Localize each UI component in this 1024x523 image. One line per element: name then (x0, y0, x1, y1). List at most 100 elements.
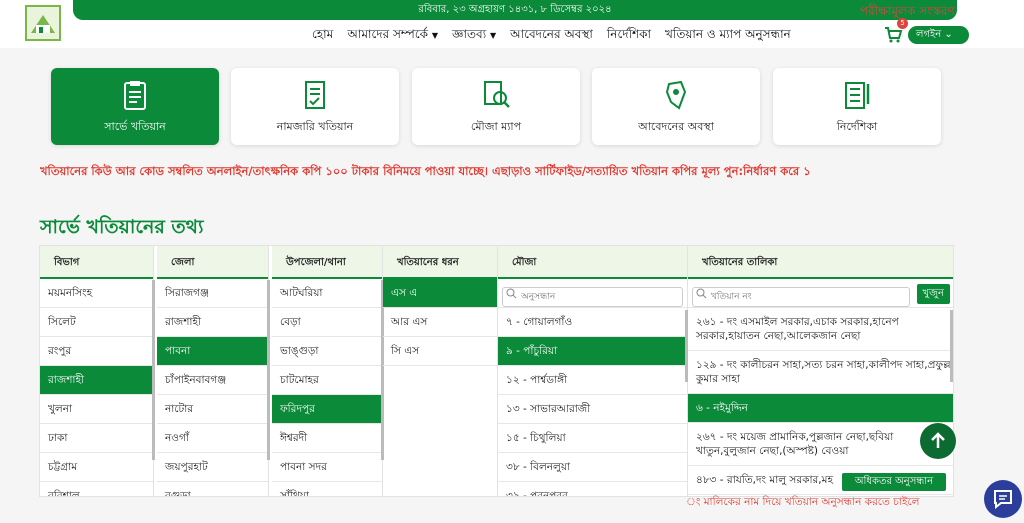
nav-home[interactable]: হোম (312, 26, 333, 46)
list-item[interactable]: রাজশাহী (40, 366, 153, 395)
column-header: বিভাগ (40, 246, 153, 279)
checklist-pen-icon (845, 82, 870, 109)
list-item[interactable]: ফরিদপুর (272, 395, 382, 424)
list-item[interactable]: ৭ - গোয়ালগাঁও (498, 308, 687, 337)
card-label: সার্ভে খতিয়ান (104, 120, 166, 133)
list-item[interactable]: ঢাকা (40, 424, 153, 453)
column-division: বিভাগ ময়মনসিংহ সিলেট রংপুর রাজশাহী খুলন… (40, 246, 154, 496)
list-item[interactable]: ৯ - পাঁচুরিয়া (498, 337, 687, 366)
nav-khatian-map-search[interactable]: খতিয়ান ও ম্যাপ অনুসন্ধান (665, 26, 791, 46)
list-item[interactable]: সি এস (383, 337, 497, 366)
card-survey-khatian[interactable]: সার্ভে খতিয়ান (51, 68, 219, 145)
scroll-top-button[interactable] (920, 423, 956, 459)
list-item[interactable]: রংপুর (40, 337, 153, 366)
list-item[interactable]: পাবনা (157, 337, 268, 366)
chevron-down-icon: ⌄ (944, 29, 953, 40)
section-title: সার্ভে খতিয়ানের তথ্য (40, 216, 204, 238)
site-logo[interactable] (25, 5, 61, 41)
login-label: লগইন (916, 29, 942, 40)
date-bar: রবিবার, ২৩ অগ্রহায়ণ ১৪৩১, ৮ ডিসেম্বর ২০… (73, 0, 957, 20)
chevron-down-icon: ▼ (490, 31, 497, 40)
list-item[interactable]: বগুড়া (157, 482, 268, 496)
column-khatian-list: খতিয়ানের তালিকা খুজুন ২৬১ - দং এসমাইল স… (688, 246, 953, 496)
list-item[interactable]: খুলনা (40, 395, 153, 424)
search-icon (696, 288, 707, 299)
card-guidelines[interactable]: নির্দেশিকা (773, 68, 941, 145)
list-item[interactable]: সিলেট (40, 308, 153, 337)
main-nav: হোম আমাদের সম্পর্কে ▼ জ্ঞাতব্য ▼ আবেদনের… (312, 26, 791, 46)
map-pin-icon (665, 80, 687, 110)
list-item[interactable]: ১৩ - সাভারআরাজী (498, 395, 687, 424)
list-item[interactable]: চাঁপাইনবাবগঞ্জ (157, 366, 268, 395)
list-item[interactable]: বরিশাল (40, 482, 153, 496)
khatian-number-input[interactable] (692, 287, 910, 307)
card-mutation-khatian[interactable]: নামজারি খতিয়ান (231, 68, 399, 145)
nav-info[interactable]: জ্ঞাতব্য ▼ (452, 26, 496, 46)
column-header: উপজেলা/থানা (272, 246, 382, 279)
scrollbar[interactable] (950, 310, 953, 382)
card-mouza-map[interactable]: মৌজা ম্যাপ (412, 68, 580, 145)
list-item[interactable]: সাঁথিয়া (272, 482, 382, 496)
notice-text: খতিয়ানের কিউ আর কোড সম্বলিত অনলাইন/তাৎক… (40, 164, 811, 178)
list-item[interactable]: চাটমোহর (272, 366, 382, 395)
chevron-down-icon: ▼ (431, 31, 439, 40)
advanced-search-button[interactable]: অধিকতর অনুসন্ধান (842, 473, 946, 491)
khatian-selector: বিভাগ ময়মনসিংহ সিলেট রংপুর রাজশাহী খুলন… (39, 245, 954, 497)
list-item[interactable]: আর এস (383, 308, 497, 337)
cart-count-badge: 5 (897, 18, 908, 29)
arrow-up-icon (931, 432, 945, 448)
map-search-icon (484, 81, 510, 108)
list-item[interactable]: সিরাজগঞ্জ (157, 279, 268, 308)
list-item[interactable]: বেড়া (272, 308, 382, 337)
list-item[interactable]: ১২ - পার্শ্বডাঙ্গী (498, 366, 687, 395)
search-icon (506, 288, 517, 299)
mouza-search-input[interactable] (502, 287, 683, 307)
search-button[interactable]: খুজুন (916, 284, 950, 304)
list-item[interactable]: জয়পুরহাট (157, 453, 268, 482)
column-header: খতিয়ানের তালিকা (688, 246, 953, 279)
nav-application-status[interactable]: আবেদনের অবস্থা (510, 26, 593, 46)
site-header: রবিবার, ২৩ অগ্রহায়ণ ১৪৩১, ৮ ডিসেম্বর ২০… (0, 0, 1024, 48)
column-header: খতিয়ানের ধরন (383, 246, 497, 279)
khatian-search: খুজুন (688, 279, 953, 308)
list-item[interactable]: চট্টগ্রাম (40, 453, 153, 482)
document-check-icon (305, 81, 325, 109)
nav-about-label: আমাদের সম্পর্কে (347, 27, 429, 41)
list-item[interactable]: এস এ (383, 279, 497, 308)
list-item[interactable]: ৩৯ - পুরনপুরর (498, 482, 687, 496)
list-item[interactable]: ৬ - নইমুদ্দিন (688, 394, 953, 423)
nav-info-label: জ্ঞাতব্য (452, 27, 487, 41)
chat-icon (994, 490, 1012, 510)
list-item[interactable]: ৩৮ - বিলনলুয়া (498, 453, 687, 482)
card-label: আবেদনের অবস্থা (638, 120, 714, 133)
clipboard-list-icon (124, 81, 146, 110)
list-item[interactable]: আটঘরিয়া (272, 279, 382, 308)
list-item[interactable]: ভাঙ্গুড়া (272, 337, 382, 366)
column-header: জেলা (157, 246, 268, 279)
column-upazila: উপজেলা/থানা আটঘরিয়া বেড়া ভাঙ্গুড়া চাট… (269, 246, 383, 496)
card-label: মৌজা ম্যাপ (470, 120, 522, 133)
list-item[interactable]: ১২৯ - দং কালীচরন সাহা,সত্য চরন সাহা,কালী… (688, 351, 953, 394)
nav-about[interactable]: আমাদের সম্পর্কে ▼ (347, 26, 438, 46)
list-item[interactable]: ২৬১ - দং এসমাইল সরকার,এচাক সরকার,হানেপ স… (688, 308, 953, 351)
list-item[interactable]: পাবনা সদর (272, 453, 382, 482)
list-item[interactable]: নওগাঁ (157, 424, 268, 453)
card-application-status[interactable]: আবেদনের অবস্থা (592, 68, 760, 145)
list-item[interactable]: নাটোর (157, 395, 268, 424)
column-khatian-type: খতিয়ানের ধরন এস এ আর এস সি এস (383, 246, 498, 496)
column-mouza: মৌজা ৭ - গোয়ালগাঁও ৯ - পাঁচুরিয়া ১২ - … (498, 246, 688, 496)
nav-guidelines[interactable]: নির্দেশিকা (607, 26, 651, 46)
list-item[interactable]: রাজশাহী (157, 308, 268, 337)
list-item[interactable]: ২৬৭ - দং ময়েজ প্রামানিক,পুল্লজান নেছা,ছ… (688, 423, 953, 466)
card-label: নামজারি খতিয়ান (276, 120, 354, 133)
column-header: মৌজা (498, 246, 687, 279)
list-item[interactable]: ময়মনসিংহ (40, 279, 153, 308)
chat-button[interactable] (984, 480, 1022, 518)
list-item[interactable]: ১৫ - চিথুলিয়া (498, 424, 687, 453)
list-item[interactable]: ঈশ্বরদী (272, 424, 382, 453)
column-district: জেলা সিরাজগঞ্জ রাজশাহী পাবনা চাঁপাইনবাবগ… (154, 246, 269, 496)
footer-note: ং মালিকের নাম দিয়ে খতিয়ান অনুসন্ধান কর… (686, 496, 920, 508)
card-label: নির্দেশিকা (836, 120, 878, 133)
login-button[interactable]: লগইন ⌄ (908, 26, 969, 44)
mouza-search (498, 279, 687, 308)
